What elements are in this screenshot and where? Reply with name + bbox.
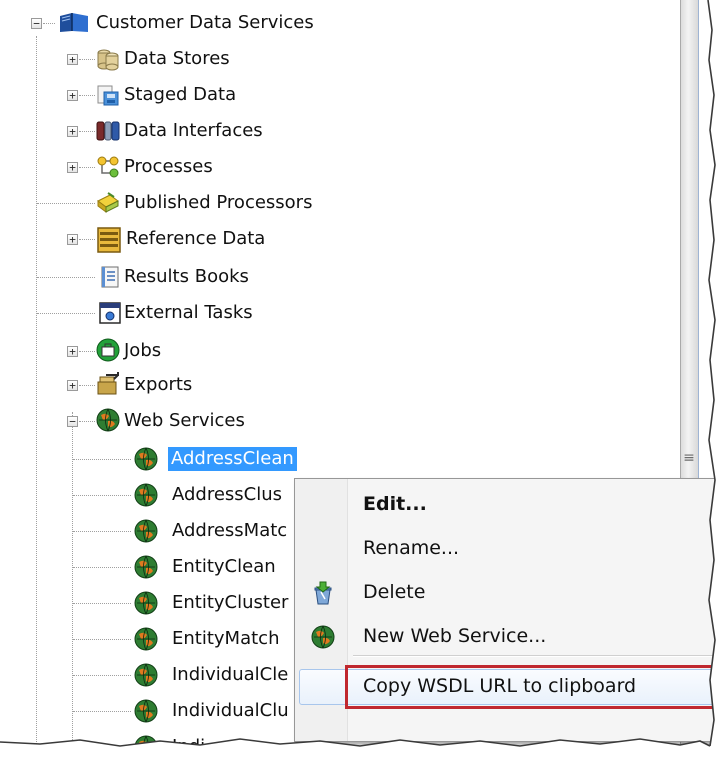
tree-node-jobs[interactable]: + Jobs [0,334,680,368]
tree-node-label: External Tasks [124,302,253,323]
tree-node-data-interfaces[interactable]: + Data Interfaces [0,114,680,148]
tree-node-label: Data Stores [124,48,230,69]
tree-connector [79,239,95,240]
tree-node-label: Exports [124,374,193,395]
tree-node-label: IndividualCle [172,664,289,685]
expand-toggle[interactable]: + [67,162,78,173]
tree-connector [73,603,131,604]
tree-connector [79,351,95,352]
tree-node-customer-data-services[interactable]: − Customer Data Services [0,6,680,40]
tree-node-label: Published Processors [124,192,313,213]
tree-connector [79,167,95,168]
annotation-highlight-box [345,665,719,709]
tree-node-label: Data Interfaces [124,120,263,141]
process-icon [97,156,119,178]
tree-connector [73,459,131,460]
context-menu: Edit... Rename... Delete New Web Service… [294,478,726,742]
delete-icon [314,581,332,605]
menu-item-label: New Web Service... [363,625,547,647]
web-service-icon [134,735,158,745]
tree-connector [37,277,95,278]
menu-separator [353,655,719,657]
tree-node-label: Results Books [124,266,249,287]
tree-node-label: EntityCluster [172,592,289,613]
web-service-icon [134,447,158,471]
tree-connector [79,59,95,60]
expand-toggle[interactable]: + [67,380,78,391]
tree-node-exports[interactable]: + Exports [0,368,680,402]
tree-node-label: IndividualClu [172,700,289,721]
web-service-icon [134,627,158,651]
menu-item-label: Edit... [363,493,427,515]
tree-node-external-tasks[interactable]: External Tasks [0,296,680,330]
database-icon [97,49,119,71]
web-service-icon [134,591,158,615]
expand-toggle[interactable]: + [67,54,78,65]
screenshot: − Customer Data Services + Data Stores +… [0,0,726,760]
menu-item-edit[interactable]: Edit... [297,485,723,525]
data-interface-icon [96,121,120,141]
tree-connector [37,203,95,204]
web-service-item[interactable]: AddressClean [0,442,680,476]
tree-node-label: EntityClean [172,556,276,577]
tree-node-results-books[interactable]: Results Books [0,260,680,294]
results-book-icon [101,266,119,288]
tree-node-label: Jobs [124,340,162,361]
menu-item-rename[interactable]: Rename... [297,529,723,569]
tree-connector [37,313,95,314]
tree-connector [73,531,131,532]
tree-connector [79,131,95,132]
tree-node-web-services[interactable]: − Web Services [0,404,680,438]
expand-toggle[interactable]: + [67,90,78,101]
collapse-toggle[interactable]: − [67,416,78,427]
export-icon [97,372,119,395]
tree-node-published-processors[interactable]: Published Processors [0,186,680,220]
tree-node-processes[interactable]: + Processes [0,150,680,184]
expand-toggle[interactable]: + [67,126,78,137]
menu-item-label: Delete [363,581,426,603]
tree-node-label: Customer Data Services [96,12,314,33]
tree-connector [79,385,95,386]
reference-data-icon [97,227,121,253]
expand-toggle[interactable]: + [67,346,78,357]
menu-item-label: Rename... [363,537,460,559]
expand-toggle[interactable]: + [67,234,78,245]
web-service-icon [134,555,158,579]
tree-node-staged-data[interactable]: + Staged Data [0,78,680,112]
published-processor-icon [97,192,119,213]
tree-connector [79,95,95,96]
tree-node-label: Web Services [124,410,245,431]
tree-node-data-stores[interactable]: + Data Stores [0,42,680,76]
staged-data-icon [97,85,119,106]
scrollbar-grip-icon[interactable]: ≡ [682,446,696,470]
tree-node-label: AddressMatc [172,520,288,541]
menu-item-new-web-service[interactable]: New Web Service... [297,617,723,657]
tree-node-label: AddressClus [172,484,283,505]
tree-node-label: Staged Data [124,84,237,105]
tree-node-reference-data[interactable]: + Reference Data [0,222,680,256]
tree-connector [73,639,131,640]
tree-node-label: Indi [172,735,205,745]
tree-connector [73,711,131,712]
tree-connector [73,675,131,676]
tree-node-label: AddressClean [168,447,297,471]
web-service-icon [134,483,158,507]
web-service-icon [96,408,120,432]
tree-node-label: Reference Data [126,228,266,249]
external-task-icon [99,302,121,324]
tree-connector [73,567,131,568]
web-service-icon [134,663,158,687]
tree-node-label: EntityMatch [172,628,280,649]
job-icon [96,338,120,362]
book-icon [60,13,88,32]
menu-item-delete[interactable]: Delete [297,573,723,613]
tree-connector [79,421,95,422]
web-service-icon [134,519,158,543]
tree-node-label: Processes [124,156,213,177]
web-service-icon [311,625,335,649]
collapse-toggle[interactable]: − [31,18,42,29]
web-service-icon [134,699,158,723]
tree-connector [73,495,131,496]
tree-connector [43,23,55,24]
